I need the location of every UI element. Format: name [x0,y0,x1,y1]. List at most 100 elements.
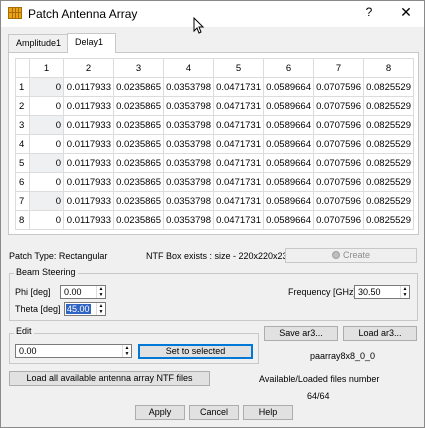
close-icon[interactable]: ✕ [397,4,415,22]
table-cell[interactable]: 0.0825529 [363,77,414,97]
table-cell[interactable]: 0.0117933 [63,153,114,173]
theta-stepper[interactable]: ▲ ▼ [96,303,105,315]
table-cell[interactable]: 0.0235865 [113,210,164,230]
column-header[interactable]: 2 [63,58,114,78]
edit-value-spinbox[interactable]: 0.00 ▲ ▼ [15,344,132,358]
table-cell[interactable]: 0 [29,172,64,192]
save-ar3-button[interactable]: Save ar3... [264,326,338,341]
table-cell[interactable]: 0.0707596 [313,153,364,173]
frequency-spinbox[interactable]: 30.50 ▲ ▼ [354,285,410,299]
row-header[interactable]: 5 [15,153,30,173]
table-cell[interactable]: 0.0117933 [63,172,114,192]
load-ar3-button[interactable]: Load ar3... [343,326,417,341]
table-cell[interactable]: 0.0707596 [313,210,364,230]
table-cell[interactable]: 0.0707596 [313,96,364,116]
row-header[interactable]: 2 [15,96,30,116]
table-cell[interactable]: 0.0471731 [213,115,264,135]
table-cell[interactable]: 0.0353798 [163,191,214,211]
row-header[interactable]: 4 [15,134,30,154]
help-title-button[interactable]: ? [361,5,377,21]
column-header[interactable]: 8 [363,58,414,78]
table-cell[interactable]: 0.0589664 [263,134,314,154]
table-cell[interactable]: 0.0117933 [63,191,114,211]
table-cell[interactable]: 0.0471731 [213,153,264,173]
table-cell[interactable]: 0.0589664 [263,115,314,135]
table-cell[interactable]: 0.0117933 [63,134,114,154]
table-cell[interactable]: 0.0353798 [163,172,214,192]
table-cell[interactable]: 0.0353798 [163,115,214,135]
cancel-button[interactable]: Cancel [189,405,239,420]
table-cell[interactable]: 0.0471731 [213,77,264,97]
row-header[interactable]: 6 [15,172,30,192]
table-cell[interactable]: 0.0117933 [63,96,114,116]
table-cell[interactable]: 0.0353798 [163,77,214,97]
column-header[interactable]: 5 [213,58,264,78]
row-header[interactable]: 7 [15,191,30,211]
table-cell[interactable]: 0.0707596 [313,134,364,154]
table-cell[interactable]: 0.0825529 [363,96,414,116]
table-cell[interactable]: 0.0117933 [63,115,114,135]
table-cell[interactable]: 0.0589664 [263,191,314,211]
set-to-selected-button[interactable]: Set to selected [138,344,253,359]
table-cell[interactable]: 0.0825529 [363,134,414,154]
table-cell[interactable]: 0.0825529 [363,210,414,230]
phi-stepper[interactable]: ▲ ▼ [96,286,105,298]
table-cell[interactable]: 0 [29,77,64,97]
create-button[interactable]: Create [285,248,417,263]
table-cell[interactable]: 0.0589664 [263,77,314,97]
table-cell[interactable]: 0.0825529 [363,172,414,192]
row-header[interactable]: 1 [15,77,30,97]
table-cell[interactable]: 0 [29,153,64,173]
table-cell[interactable]: 0.0117933 [63,77,114,97]
table-cell[interactable]: 0.0589664 [263,153,314,173]
table-cell[interactable]: 0.0589664 [263,96,314,116]
row-header[interactable]: 3 [15,115,30,135]
column-header[interactable]: 6 [263,58,314,78]
table-cell[interactable]: 0.0353798 [163,96,214,116]
table-cell[interactable]: 0.0825529 [363,153,414,173]
apply-button[interactable]: Apply [135,405,185,420]
column-header[interactable]: 3 [113,58,164,78]
edit-stepper[interactable]: ▲ ▼ [122,345,131,357]
row-header[interactable]: 8 [15,210,30,230]
table-cell[interactable]: 0.0117933 [63,210,114,230]
table-cell[interactable]: 0 [29,134,64,154]
table-cell[interactable]: 0.0235865 [113,115,164,135]
column-header[interactable]: 1 [29,58,64,78]
column-header[interactable]: 7 [313,58,364,78]
table-cell[interactable]: 0.0353798 [163,153,214,173]
column-header[interactable]: 4 [163,58,214,78]
table-cell[interactable]: 0.0471731 [213,191,264,211]
table-cell[interactable]: 0.0235865 [113,134,164,154]
phi-spinbox[interactable]: 0.00 ▲ ▼ [60,285,106,299]
table-cell[interactable]: 0.0235865 [113,172,164,192]
table-cell[interactable]: 0 [29,210,64,230]
table-cell[interactable]: 0.0235865 [113,153,164,173]
table-cell[interactable]: 0.0825529 [363,191,414,211]
table-cell[interactable]: 0.0707596 [313,115,364,135]
table-cell[interactable]: 0.0589664 [263,210,314,230]
load-all-ntf-button[interactable]: Load all available antenna array NTF fil… [9,371,210,386]
table-cell[interactable]: 0.0825529 [363,115,414,135]
table-cell[interactable]: 0.0353798 [163,210,214,230]
table-cell[interactable]: 0 [29,191,64,211]
table-cell[interactable]: 0.0471731 [213,210,264,230]
table-cell[interactable]: 0.0707596 [313,172,364,192]
table-cell[interactable]: 0 [29,115,64,135]
table-cell[interactable]: 0 [29,96,64,116]
tab-amplitude1[interactable]: Amplitude1 [8,34,68,52]
tab-delay1[interactable]: Delay1 [67,33,116,53]
delay-table[interactable]: 1 2 3 4 5 6 7 8 1 0 0.0117933 0.0235865 0.03… [15,58,414,230]
table-cell[interactable]: 0.0707596 [313,77,364,97]
table-cell[interactable]: 0.0471731 [213,134,264,154]
help-button[interactable]: Help [243,405,293,420]
table-cell[interactable]: 0.0589664 [263,172,314,192]
table-cell[interactable]: 0.0353798 [163,134,214,154]
theta-spinbox[interactable]: 45.00 ▲ ▼ [64,302,106,316]
table-cell[interactable]: 0.0471731 [213,96,264,116]
table-cell[interactable]: 0.0471731 [213,172,264,192]
frequency-stepper[interactable]: ▲ ▼ [400,286,409,298]
table-corner[interactable] [15,58,30,78]
table-cell[interactable]: 0.0235865 [113,77,164,97]
table-cell[interactable]: 0.0235865 [113,96,164,116]
